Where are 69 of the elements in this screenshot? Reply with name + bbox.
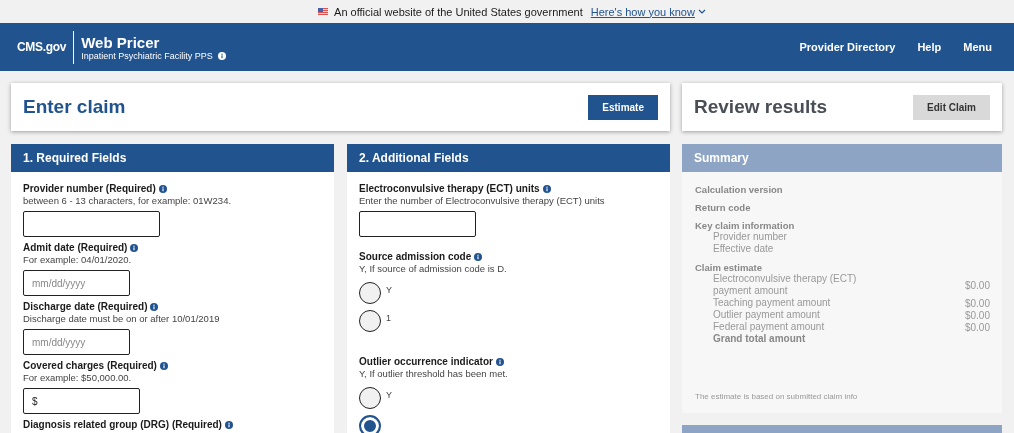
card-title: Review results xyxy=(694,96,828,118)
edit-claim-button[interactable]: Edit Claim xyxy=(913,94,990,120)
section-header: 1. Required Fields xyxy=(11,144,334,172)
info-icon[interactable] xyxy=(150,302,159,311)
field-label: Electroconvulsive therapy (ECT) units xyxy=(359,183,540,194)
summary-heading: Calculation version xyxy=(695,184,784,195)
field-label: Outlier occurrence indicator xyxy=(359,356,493,367)
field-hint: Y, If source of admission code is D. xyxy=(359,263,507,274)
info-icon[interactable] xyxy=(495,357,504,366)
field-hint: For example: $50,000.00. xyxy=(23,372,132,383)
summary-item: Provider number xyxy=(713,231,788,243)
summary-item: Grand total amount xyxy=(713,333,807,345)
summary-item: Outlier payment amount xyxy=(713,309,821,321)
card-title: Enter claim xyxy=(23,96,126,118)
nav-link[interactable]: Menu xyxy=(963,41,992,53)
logo[interactable]: CMS.gov xyxy=(17,40,67,54)
field-hint: For example: 04/01/2020. xyxy=(23,254,132,265)
input-field[interactable]: mm/dd/yyyy xyxy=(23,329,130,355)
flag-icon xyxy=(318,8,329,15)
radio-button[interactable] xyxy=(359,415,381,433)
summary-item: Teaching payment amount xyxy=(713,297,832,309)
info-icon[interactable] xyxy=(217,51,226,60)
app-title: Web Pricer xyxy=(81,33,161,51)
summary-heading: Return code xyxy=(695,202,752,213)
summary-amount: $0.00 xyxy=(964,321,990,333)
info-icon[interactable] xyxy=(474,252,483,261)
summary-item: Effective date xyxy=(713,243,775,255)
summary-heading: Claim estimate xyxy=(695,262,764,273)
section-header: 2. Additional Fields xyxy=(347,144,670,172)
input-field[interactable] xyxy=(359,211,476,237)
field-hint: Y, If outlier threshold has been met. xyxy=(359,368,508,379)
radio-label: Y xyxy=(386,285,392,295)
summary-note: The estimate is based on submitted claim info xyxy=(695,392,859,401)
radio-button[interactable] xyxy=(359,282,381,304)
estimate-button[interactable]: Estimate xyxy=(588,94,658,120)
field-hint: Discharge date must be on or after 10/01/2019 xyxy=(23,313,220,324)
summary-amount: $0.00 xyxy=(964,297,990,309)
banner-text: An official website of the United States government xyxy=(334,5,583,18)
summary-amount: $0.00 xyxy=(964,279,990,291)
nav-link[interactable]: Provider Directory xyxy=(799,41,896,53)
radio-label: 1 xyxy=(386,313,391,323)
summary-item: Federal payment amount xyxy=(713,321,826,333)
field-label: Discharge date (Required) xyxy=(23,301,148,312)
field-label: Source admission code xyxy=(359,251,472,262)
app-subtitle: Inpatient Psychiatric Facility PPS xyxy=(81,50,213,61)
info-icon[interactable] xyxy=(159,361,168,370)
how-you-know-link[interactable]: Here's how you know xyxy=(590,5,695,18)
nav-link[interactable]: Help xyxy=(917,41,942,53)
field-label: Covered charges (Required) xyxy=(23,360,157,371)
radio-label: Y xyxy=(386,390,392,400)
summary-header: Summary xyxy=(682,144,1002,172)
input-field[interactable]: $ xyxy=(23,388,140,414)
input-field[interactable] xyxy=(23,211,160,237)
field-hint: Enter the number of Electroconvulsive therapy (ECT) units xyxy=(359,195,605,206)
field-label: Provider number (Required) xyxy=(23,183,156,194)
summary-amount: $0.00 xyxy=(964,309,990,321)
input-field[interactable]: mm/dd/yyyy xyxy=(23,270,130,296)
info-icon[interactable] xyxy=(224,420,233,429)
summary-heading: Key claim information xyxy=(695,220,796,231)
radio-button[interactable] xyxy=(359,387,381,409)
summary-item: Electroconvulsive therapy (ECT) payment amount xyxy=(713,273,858,297)
chevron-down-icon xyxy=(697,9,706,14)
field-hint: between 6 - 13 characters, for example: 01W234. xyxy=(23,195,232,206)
field-label: Diagnosis related group (DRG) (Required) xyxy=(23,419,222,430)
info-icon[interactable] xyxy=(542,184,551,193)
field-label: Admit date (Required) xyxy=(23,242,128,253)
info-icon[interactable] xyxy=(130,243,139,252)
info-icon[interactable] xyxy=(158,184,167,193)
radio-button[interactable] xyxy=(359,310,381,332)
